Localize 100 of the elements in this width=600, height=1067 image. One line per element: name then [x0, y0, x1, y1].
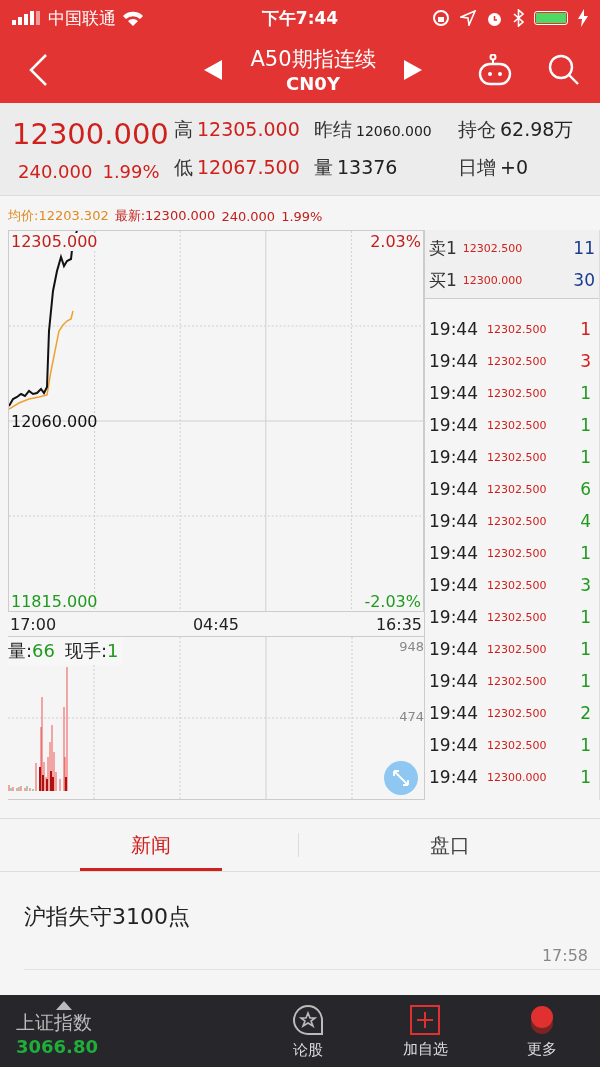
trade-quantity: 1	[580, 319, 591, 339]
trade-price: 12302.500	[487, 706, 548, 720]
trade-time: 19:44	[429, 575, 479, 595]
latest-change-percent: 1.99%	[281, 208, 323, 224]
trade-price: 12302.500	[487, 450, 548, 464]
price-change: 240.000	[18, 160, 93, 182]
trade-time: 19:44	[429, 415, 479, 435]
trade-quantity: 1	[580, 639, 591, 659]
toolbar-button[interactable]: 更多	[483, 995, 600, 1067]
expand-arrows-icon	[391, 768, 411, 788]
trade-price: 12302.500	[487, 514, 548, 528]
instrument-title: A50期指连续	[250, 46, 376, 73]
trade-time: 19:44	[429, 735, 479, 755]
search-icon[interactable]	[548, 53, 580, 86]
trade-price: 12302.500	[487, 642, 548, 656]
trade-time: 19:44	[429, 703, 479, 723]
volume-label: 量:66	[8, 639, 55, 663]
trade-time: 19:44	[429, 383, 479, 403]
trade-time: 19:44	[429, 479, 479, 499]
order-book-label: 卖1	[429, 236, 457, 260]
trade-quantity: 1	[580, 735, 591, 755]
index-name: 上证指数	[16, 1010, 92, 1035]
stat-value: 62.98万	[500, 117, 574, 142]
trade-quantity: 3	[580, 351, 591, 371]
latest-change: 240.000	[221, 208, 276, 224]
stat-value: 12305.000	[197, 118, 300, 140]
trade-price: 12302.500	[487, 418, 548, 432]
trade-time: 19:44	[429, 671, 479, 691]
trade-time: 19:44	[429, 543, 479, 563]
trade-quantity: 6	[580, 479, 591, 499]
stat-label: 日增	[458, 155, 496, 180]
trade-quantity: 1	[580, 543, 591, 563]
tab[interactable]: 新闻	[80, 819, 223, 871]
stat-value: +0	[500, 156, 528, 178]
axis-label: 12305.000	[11, 233, 98, 251]
trade-time: 19:44	[429, 639, 479, 659]
bluetooth-icon	[513, 9, 524, 27]
trade-time: 19:44	[429, 447, 479, 467]
stat-label: 昨结	[314, 117, 352, 142]
battery-icon	[534, 11, 568, 25]
next-arrow-icon[interactable]	[403, 59, 422, 80]
star-bubble-icon	[291, 1002, 326, 1037]
axis-label: 948	[399, 639, 424, 654]
expand-up-icon[interactable]	[56, 1001, 72, 1010]
order-book-quantity: 30	[573, 270, 595, 290]
clock-time: 下午7:44	[261, 6, 339, 30]
wifi-icon	[122, 10, 144, 26]
current-hand-label: 现手:1	[65, 639, 119, 663]
stat-label: 低	[174, 155, 193, 180]
carrier-name: 中国联通	[48, 6, 116, 30]
order-book-price: 12302.500	[462, 241, 524, 255]
order-book-label: 买1	[429, 268, 457, 292]
trade-quantity: 3	[580, 575, 591, 595]
trade-quantity: 1	[580, 767, 591, 787]
trade-quantity: 1	[580, 383, 591, 403]
stat-value: 12067.500	[197, 156, 300, 178]
tab[interactable]: 盘口	[299, 819, 600, 871]
signal-icon	[12, 11, 42, 25]
instrument-code: CN0Y	[286, 73, 340, 94]
time-label: 17:00	[10, 614, 57, 634]
trade-price: 12302.500	[487, 482, 548, 496]
axis-label: 11815.000	[11, 593, 98, 611]
axis-label: 474	[399, 709, 424, 724]
time-label: 16:35	[375, 614, 422, 634]
toolbar-button[interactable]: 论股	[250, 995, 367, 1067]
stat-label: 持仓	[458, 117, 496, 142]
stat-label: 高	[174, 117, 193, 142]
trade-quantity: 1	[580, 607, 591, 627]
last-price: 12300.000	[12, 116, 170, 151]
change-percent: 1.99%	[102, 160, 160, 182]
trade-price: 12302.500	[487, 610, 548, 624]
trade-price: 12302.500	[487, 578, 548, 592]
previous-arrow-icon[interactable]	[204, 59, 223, 80]
location-icon	[460, 10, 476, 26]
back-icon[interactable]	[28, 52, 48, 87]
order-book-quantity: 11	[573, 238, 595, 258]
trade-time: 19:44	[429, 351, 479, 371]
trade-time: 19:44	[429, 607, 479, 627]
trade-time: 19:44	[429, 511, 479, 531]
trade-quantity: 1	[580, 447, 591, 467]
toolbar-button[interactable]: 加自选	[366, 995, 484, 1067]
axis-label: 2.03%	[370, 233, 421, 251]
stat-value: 13376	[337, 156, 398, 178]
time-label: 04:45	[192, 614, 240, 634]
trade-price: 12302.500	[487, 322, 548, 336]
trade-price: 12302.500	[487, 546, 548, 560]
order-book-price: 12300.000	[462, 273, 524, 287]
stat-label: 量	[314, 155, 333, 180]
news-headline[interactable]: 沪指失守3100点	[24, 902, 190, 932]
trade-price: 12302.500	[487, 354, 548, 368]
news-time: 17:58	[541, 946, 588, 965]
trade-time: 19:44	[429, 319, 479, 339]
dot-icon	[528, 1003, 555, 1036]
robot-icon[interactable]	[478, 53, 512, 86]
stat-value: 12060.000	[356, 123, 432, 139]
rotation-lock-icon	[432, 9, 450, 27]
trade-price: 12302.500	[487, 386, 548, 400]
latest-price: 最新:12300.000	[114, 207, 216, 225]
charging-icon	[578, 9, 588, 27]
trade-time: 19:44	[429, 767, 479, 787]
